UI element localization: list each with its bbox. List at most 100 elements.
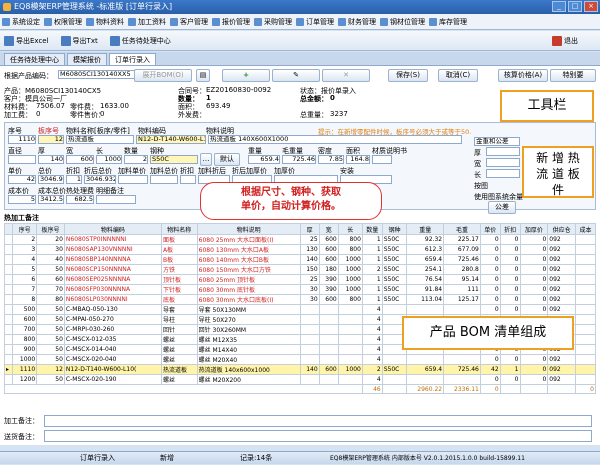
export-txt-button[interactable]: 导出Txt [60, 35, 98, 46]
table-cell[interactable]: N6080SAP130VNNNNI [63, 244, 162, 255]
table-cell[interactable]: A板 [160, 244, 198, 255]
table-cell[interactable]: 6080 25mm 大水口面板(I) [196, 234, 301, 245]
table-cell[interactable]: N6080STP0INNNNNI [63, 234, 162, 245]
table-cell[interactable]: 50 [36, 334, 65, 345]
table-cell[interactable] [299, 324, 320, 335]
table-cell[interactable]: 1000 [11, 354, 38, 365]
table-cell[interactable]: 1000 [337, 274, 363, 285]
table-cell[interactable]: 0 [499, 244, 521, 255]
table-cell[interactable]: 8 [11, 294, 38, 305]
table-cell[interactable]: 12 [36, 364, 65, 375]
table-cell[interactable]: 0 [499, 264, 521, 275]
material-code-input[interactable]: N12-D-T140-W600-L1000 [136, 135, 206, 144]
table-cell[interactable]: 0 [479, 354, 501, 365]
table-cell[interactable]: 0 [499, 294, 521, 305]
table-cell[interactable]: 4 [361, 354, 383, 365]
table-cell[interactable]: 顶针板 [160, 274, 198, 285]
table-cell[interactable]: 30 [299, 294, 320, 305]
calc-price-button[interactable]: 核算价格(A) [498, 69, 548, 82]
col-discount[interactable]: 折扣 [499, 223, 521, 235]
minimize-button[interactable]: _ [552, 1, 566, 12]
table-cell[interactable] [575, 294, 596, 305]
table-cell[interactable]: 0 [479, 264, 501, 275]
table-cell[interactable]: 1 [499, 364, 521, 375]
table-row[interactable]: ▸ 1110 12 N12-D-T140-W600-L10(热流道板 热流道板 140x… [4, 364, 596, 375]
table-cell[interactable] [406, 304, 445, 315]
table-cell[interactable]: 1 [361, 234, 383, 245]
folder-button[interactable]: ▤ [196, 69, 210, 82]
table-cell[interactable]: S50C [381, 284, 408, 295]
table-cell[interactable]: 111 [443, 284, 481, 295]
table-cell[interactable]: 1000 [337, 284, 363, 295]
table-cell[interactable]: 6080 130mm 大水口A板 [196, 244, 301, 255]
area-input[interactable]: 164.8 [346, 155, 370, 164]
table-cell[interactable]: 3 [11, 244, 38, 255]
table-cell[interactable] [575, 314, 596, 325]
unit-price-input[interactable]: 42 [8, 175, 36, 184]
table-cell[interactable] [575, 344, 596, 355]
table-cell[interactable]: 0 [519, 254, 549, 265]
table-row[interactable]: 2 20 N6080STP0INNNNNI 面板 6080 25mm 大水口面板(I) 2… [4, 234, 596, 245]
table-cell[interactable]: 回针 30X260MM [196, 324, 301, 335]
table-cell[interactable]: 140 [299, 364, 320, 375]
table-cell[interactable]: C-MSCX-012-035 [63, 334, 162, 345]
menu-quote[interactable]: 报价管理 [212, 17, 250, 27]
col-code[interactable]: 物料编码 [63, 223, 162, 235]
add-row-button[interactable]: + [222, 69, 270, 82]
table-cell[interactable]: 0 [519, 354, 549, 365]
table-cell[interactable] [443, 374, 481, 385]
table-cell[interactable]: 092 [547, 264, 577, 275]
col-desc[interactable]: 物料说明 [196, 223, 301, 235]
table-cell[interactable]: 0 [519, 304, 549, 315]
task-center-button[interactable]: 任务待处理中心 [109, 35, 171, 46]
table-cell[interactable]: 092 [547, 274, 577, 285]
table-cell[interactable]: C-MSCX-014-040 [63, 344, 162, 355]
table-cell[interactable] [299, 304, 320, 315]
table-cell[interactable]: 螺丝 M12X35 [196, 334, 301, 345]
table-cell[interactable]: 1110 [11, 364, 38, 375]
table-cell[interactable]: 7 [11, 284, 38, 295]
table-row[interactable]: 8 80 N6080SLP030NNNNI 底板 6080 30mm 大水口底板(I) 3… [4, 294, 596, 305]
edit-row-button[interactable]: ✎ [272, 69, 320, 82]
table-cell[interactable]: 76.54 [406, 274, 445, 285]
table-cell[interactable]: 390 [318, 284, 339, 295]
table-cell[interactable]: 092 [547, 284, 577, 295]
table-cell[interactable]: 螺丝 M20X200 [196, 374, 301, 385]
table-cell[interactable]: 0 [519, 364, 549, 375]
table-cell[interactable] [575, 374, 596, 385]
table-cell[interactable]: 6080 140mm 大水口B板 [196, 254, 301, 265]
table-cell[interactable] [337, 334, 363, 345]
gross-input[interactable]: 725.46 [282, 155, 316, 164]
table-cell[interactable]: 0 [499, 274, 521, 285]
col-gross[interactable]: 毛重 [443, 223, 481, 235]
table-cell[interactable] [318, 374, 339, 385]
table-cell[interactable]: 80 [36, 294, 65, 305]
table-cell[interactable] [575, 264, 596, 275]
col-weight[interactable]: 重量 [406, 223, 445, 235]
menu-customer[interactable]: 客户管理 [170, 17, 208, 27]
table-cell[interactable]: 50 [36, 304, 65, 315]
table-cell[interactable]: 50 [36, 324, 65, 335]
table-cell[interactable]: 热流道板 140x600x1000 [196, 364, 301, 375]
table-cell[interactable]: 600 [318, 294, 339, 305]
menu-order[interactable]: 订单管理 [296, 17, 334, 27]
table-cell[interactable]: 底板 [160, 294, 198, 305]
table-cell[interactable]: 4 [361, 314, 383, 325]
table-row[interactable]: 1000 50 C-MSCX-020-040 螺丝 螺丝 M20X40 4 0 0 0 092 [4, 354, 596, 365]
dia-input[interactable] [8, 155, 36, 164]
table-cell[interactable]: 1 [361, 294, 383, 305]
table-cell[interactable]: 600 [318, 234, 339, 245]
menu-steel[interactable]: 钢材位管理 [380, 17, 425, 27]
table-cell[interactable]: 0 [519, 244, 549, 255]
density-input[interactable]: 7.85 [318, 155, 344, 164]
menu-material[interactable]: 物料资料 [86, 17, 124, 27]
table-cell[interactable]: 1000 [337, 254, 363, 265]
menu-permission[interactable]: 权限管理 [44, 17, 82, 27]
col-cost[interactable]: 成本 [575, 223, 596, 235]
seq-input[interactable]: 1110 [8, 135, 36, 144]
table-cell[interactable] [318, 344, 339, 355]
table-cell[interactable]: S50C [381, 234, 408, 245]
table-cell[interactable]: 1200 [11, 374, 38, 385]
table-cell[interactable]: 25 [299, 234, 320, 245]
table-cell[interactable]: 92.32 [406, 234, 445, 245]
